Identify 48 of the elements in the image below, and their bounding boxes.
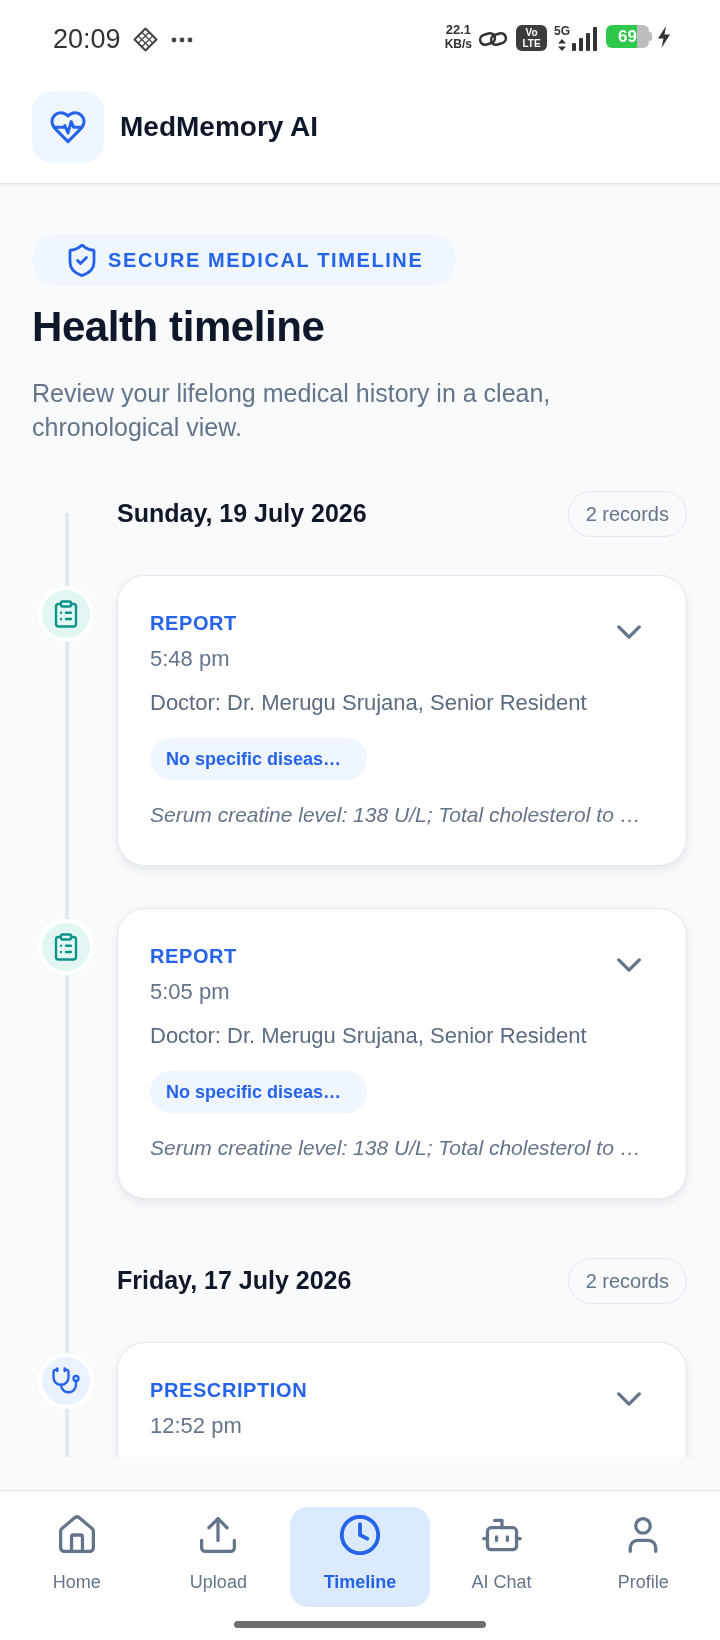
date-heading: Friday, 17 July 2026	[117, 1265, 352, 1297]
battery-indicator: 69	[606, 25, 652, 48]
record-type: PRESCRIPTION	[150, 1378, 308, 1403]
doctor-name: Doctor: Dr. Merugu Srujana, Senior Resident	[150, 1022, 588, 1050]
page-subtitle: Review your lifelong medical history in a clean, chronological view.	[32, 378, 552, 443]
stethoscope-icon	[38, 1353, 94, 1409]
more-dots-icon	[170, 37, 193, 43]
record-time: 5:05 pm	[150, 978, 231, 1006]
nav-tab[interactable]: Home	[6, 1507, 147, 1607]
volte-badge: Vo LTE	[516, 25, 547, 51]
home-icon	[56, 1515, 97, 1555]
diagnosis-tag: No specific diseas…	[150, 738, 368, 780]
data-arrows-icon	[558, 39, 566, 51]
record-summary: Serum creatine level: 138 U/L; Total cholesterol to …	[150, 1135, 642, 1161]
app-title: MedMemory AI	[120, 109, 319, 144]
chevron-down-icon[interactable]	[617, 958, 641, 972]
badge-label: SECURE MEDICAL TIMELINE	[108, 248, 424, 273]
chevron-down-icon[interactable]	[617, 625, 641, 639]
record-time: 12:52 pm	[150, 1412, 243, 1440]
diamond-grid-icon	[132, 27, 158, 52]
signal-bars-icon	[572, 27, 597, 51]
speed-unit: KB/s	[444, 37, 472, 51]
record-type: REPORT	[150, 944, 237, 969]
record-card[interactable]: REPORT 5:05 pm Doctor: Dr. Merugu Srujana, Senior Resident No specific diseas… Serum creatine level: 138 U/L; Total cholesterol to …	[117, 908, 687, 1199]
chevron-down-icon[interactable]	[617, 1392, 641, 1406]
page-title: Health timeline	[32, 302, 326, 352]
link-icon	[478, 29, 508, 49]
clock-icon	[340, 1515, 380, 1555]
network-speed: 22.1	[445, 23, 471, 37]
nav-tab[interactable]: Profile	[573, 1507, 714, 1607]
nav-tab[interactable]: AI Chat	[431, 1507, 572, 1607]
diagnosis-tag: No specific diseas…	[150, 1071, 368, 1113]
nav-tab[interactable]: Upload	[148, 1507, 289, 1607]
upload-icon	[198, 1515, 239, 1555]
record-summary: Serum creatine level: 138 U/L; Total cholesterol to …	[150, 802, 642, 828]
record-card[interactable]: PRESCRIPTION 12:52 pm	[117, 1342, 687, 1457]
shield-check-icon	[68, 243, 96, 277]
record-card[interactable]: REPORT 5:48 pm Doctor: Dr. Merugu Srujana, Senior Resident No specific diseas… Serum creatine level: 138 U/L; Total cholesterol to …	[117, 575, 687, 866]
clipboard-icon	[38, 919, 94, 975]
network-type: 5G	[554, 25, 570, 38]
doctor-name: Doctor: Dr. Merugu Srujana, Senior Resident	[150, 689, 588, 717]
record-type: REPORT	[150, 611, 237, 636]
date-heading: Sunday, 19 July 2026	[117, 498, 367, 530]
clipboard-icon	[38, 586, 94, 642]
nav-tab[interactable]: Timeline	[290, 1507, 430, 1607]
heart-pulse-icon	[32, 90, 104, 163]
record-time: 5:48 pm	[150, 645, 231, 673]
clock-time: 20:09	[53, 25, 121, 53]
